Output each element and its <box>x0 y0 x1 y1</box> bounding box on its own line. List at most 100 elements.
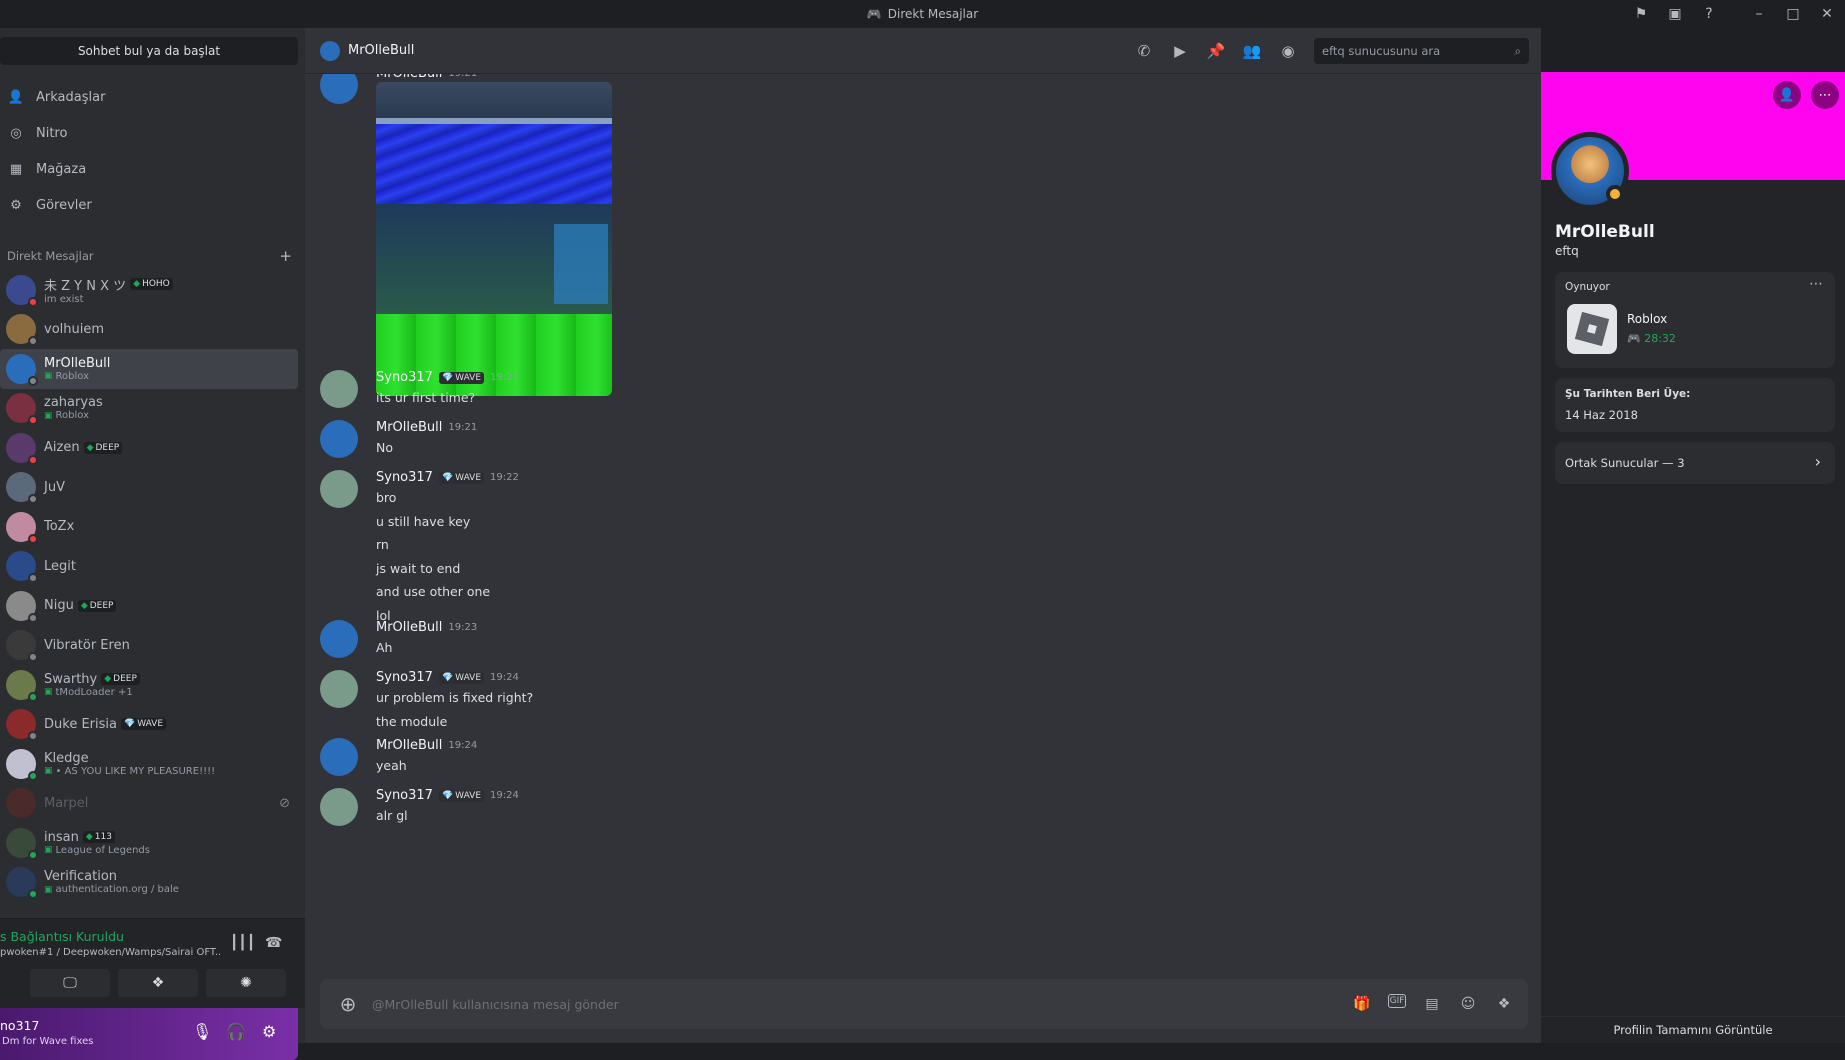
status-indicator <box>28 454 38 465</box>
message-author[interactable]: MrOlleBull <box>376 738 442 753</box>
voice-call-icon[interactable]: ✆ <box>1134 41 1154 61</box>
inbox-icon[interactable]: ▣ <box>1665 4 1685 24</box>
clan-badge-icon: 💎 <box>441 372 454 383</box>
apps-icon[interactable]: ❖ <box>1494 994 1514 1014</box>
message: Syno317 💎 WAVE 19:24 ur problem is fixed rig… <box>320 670 1520 730</box>
noise-suppression-icon[interactable]: ┃┃┃ <box>230 935 255 951</box>
message-author[interactable]: MrOlleBull <box>376 74 442 81</box>
message-author[interactable]: Syno317 <box>376 470 433 485</box>
find-conversation-button[interactable]: Sohbet bul ya da başlat <box>0 37 298 65</box>
gif-icon[interactable]: GIF <box>1388 994 1406 1008</box>
clan-badge-icon: 💎 <box>441 472 454 483</box>
hidden-eye-icon[interactable]: ⊘ <box>279 796 290 811</box>
clan-badge-icon: ◆ <box>85 832 93 843</box>
pin-icon[interactable]: 📌 <box>1206 41 1226 61</box>
dm-name: Nigu ◆ DEEP <box>44 598 117 613</box>
avatar[interactable] <box>320 620 358 658</box>
dm-item[interactable]: ToZx <box>0 507 298 547</box>
clan-tag-text: HOHO <box>142 279 170 290</box>
message-input[interactable] <box>368 996 1352 1012</box>
nav-quests[interactable]: ⚙ Görevler <box>0 188 298 222</box>
dm-item[interactable]: zaharyas ▣ Roblox <box>0 389 298 429</box>
disconnect-icon[interactable]: ☎ <box>265 935 282 951</box>
add-friend-icon[interactable]: 👤 <box>1773 81 1801 109</box>
dm-activity: ▣ authentication.org / bale <box>44 884 179 895</box>
create-dm-icon[interactable]: + <box>279 247 292 265</box>
nav-nitro[interactable]: ◎ Nitro <box>0 116 298 150</box>
nav-shop[interactable]: ▦ Mağaza <box>0 152 298 186</box>
avatar[interactable] <box>320 470 358 508</box>
emoji-icon[interactable]: ☺ <box>1458 994 1478 1014</box>
mutual-servers-card[interactable]: Ortak Sunucular — 3 › <box>1555 442 1835 484</box>
avatar[interactable] <box>320 738 358 776</box>
dm-item[interactable]: Verification ▣ authentication.org / bale <box>0 863 298 903</box>
nav-friends[interactable]: 👤 Arkadaşlar <box>0 80 298 114</box>
settings-gear-icon[interactable]: ⚙ <box>262 1022 276 1041</box>
activities-button[interactable]: ❖ <box>118 969 198 997</box>
minimize-icon[interactable]: – <box>1749 4 1769 24</box>
chat-header-name[interactable]: MrOlleBull <box>348 43 414 58</box>
flag-icon[interactable]: ⚑ <box>1631 4 1651 24</box>
voice-channel[interactable]: pwoken#1 / Deepwoken/Wamps/Sairai OFT... <box>0 947 220 958</box>
avatar[interactable] <box>320 40 340 61</box>
help-icon[interactable]: ? <box>1699 4 1719 24</box>
profile-avatar[interactable] <box>1551 132 1629 210</box>
message-timestamp: 19:21 <box>448 74 477 79</box>
activity-more-icon[interactable]: ⋯ <box>1809 276 1823 292</box>
dm-item[interactable]: Kledge ▣ • AS YOU LIKE MY PLEASURE!!!! <box>0 744 298 784</box>
status-indicator <box>28 415 38 426</box>
dm-item[interactable]: Legit <box>0 547 298 587</box>
dm-item[interactable]: JuV <box>0 468 298 508</box>
search-input[interactable]: eftq sunucusunu ara ⌕ <box>1314 38 1529 64</box>
maximize-icon[interactable]: □ <box>1783 4 1803 24</box>
game-name: Roblox <box>1627 312 1668 326</box>
microphone-icon[interactable]: 🎙 <box>192 1022 212 1041</box>
gift-icon[interactable]: 🎁 <box>1352 994 1372 1014</box>
status-indicator <box>28 375 38 386</box>
message-author[interactable]: MrOlleBull <box>376 420 442 435</box>
close-icon[interactable]: ✕ <box>1817 4 1837 24</box>
dm-item[interactable]: Swarthy ◆ DEEP ▣ tModLoader +1 <box>0 665 298 705</box>
screen-share-icon: 🖵 <box>63 975 77 991</box>
avatar <box>6 709 38 742</box>
more-options-icon[interactable]: ⋯ <box>1811 81 1839 109</box>
dm-item[interactable]: insan ◆ 113 ▣ League of Legends <box>0 823 298 863</box>
avatar[interactable] <box>320 670 358 708</box>
dm-item[interactable]: Vibratör Eren <box>0 626 298 666</box>
message-author[interactable]: Syno317 <box>376 670 433 685</box>
video-call-icon[interactable]: ▶ <box>1170 41 1190 61</box>
sticker-icon[interactable]: ▤ <box>1422 994 1442 1014</box>
status-indicator <box>28 336 38 347</box>
dm-item[interactable]: Aizen ◆ DEEP <box>0 428 298 468</box>
dm-item[interactable]: MrOlleBull ▣ Roblox <box>0 349 298 389</box>
dm-item[interactable]: 未 Z Y N X ツ ◆ HOHO im exist <box>0 270 298 310</box>
avatar <box>6 590 38 623</box>
clan-tag: ◆ 113 <box>82 831 115 844</box>
message-author[interactable]: Syno317 <box>376 788 433 803</box>
add-friends-to-dm-icon[interactable]: 👥 <box>1242 41 1262 61</box>
dm-item[interactable]: Duke Erisia 💎 WAVE <box>0 705 298 745</box>
soundboard-button[interactable]: ✺ <box>206 969 286 997</box>
dm-name: JuV <box>44 480 65 495</box>
message-author[interactable]: MrOlleBull <box>376 620 442 635</box>
dm-name-text: JuV <box>44 479 65 495</box>
headphones-icon[interactable]: 🎧 <box>226 1022 246 1041</box>
view-full-profile-button[interactable]: Profilin Tamamını Görüntüle <box>1541 1016 1845 1043</box>
gamepad-icon: ▣ <box>44 687 53 698</box>
message-timestamp: 19:22 <box>490 472 519 483</box>
avatar[interactable] <box>320 74 358 104</box>
avatar[interactable] <box>320 788 358 826</box>
screen-share-button[interactable]: 🖵 <box>30 969 110 997</box>
dm-item[interactable]: Marpel ⊘ <box>0 784 298 824</box>
message-author[interactable]: Syno317 <box>376 370 433 385</box>
dm-item[interactable]: volhuiem <box>0 310 298 350</box>
image-attachment[interactable] <box>376 82 612 396</box>
upload-plus-icon[interactable]: ⊕ <box>328 984 368 1024</box>
dm-item[interactable]: Nigu ◆ DEEP <box>0 586 298 626</box>
user-panel[interactable]: no317 Dm for Wave fixes 🎙 🎧 ⚙ <box>0 1008 298 1060</box>
user-profile-icon[interactable]: ◉ <box>1278 41 1298 61</box>
member-since-date: 14 Haz 2018 <box>1565 408 1638 422</box>
avatar[interactable] <box>320 370 358 408</box>
message-text: Ah <box>376 640 393 655</box>
avatar[interactable] <box>320 420 358 458</box>
